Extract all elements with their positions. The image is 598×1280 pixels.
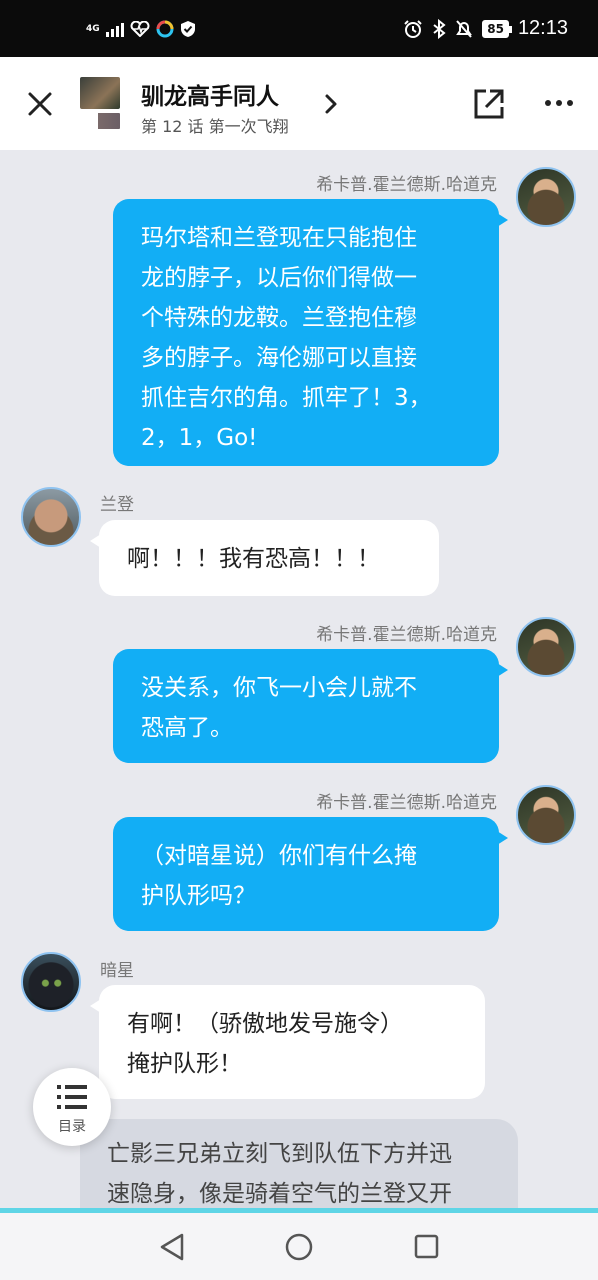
message-line: 没关系，你飞一小会儿就不 — [141, 675, 417, 701]
header: 驯龙高手同人 第 12 话 第一次飞翔 — [0, 57, 598, 150]
message-line: 龙的脖子，以后你们得做一 — [141, 265, 417, 291]
status-right: 85 12:13 — [403, 17, 568, 40]
mute-bell-icon — [456, 19, 473, 38]
story-cover[interactable] — [80, 77, 120, 129]
message-bubble[interactable]: 玛尔塔和兰登现在只能抱住 龙的脖子，以后你们得做一 个特殊的龙鞍。兰登抱住穆 多… — [113, 199, 508, 466]
chapter-subtitle[interactable]: 第 12 话 第一次飞翔 — [141, 113, 289, 137]
signal-icon — [105, 21, 124, 37]
recent-apps-icon[interactable] — [414, 1234, 439, 1259]
message-line: 玛尔塔和兰登现在只能抱住 — [141, 225, 417, 251]
speaker-name: 希卡普.霍兰德斯.哈道克 — [316, 793, 497, 813]
message-line: 掩护队形！ — [127, 1051, 242, 1077]
message-line: 多的脖子。海伦娜可以直接 — [141, 345, 417, 371]
message-line: 2，1，Go! — [141, 425, 258, 451]
speaker-name: 希卡普.霍兰德斯.哈道克 — [316, 625, 497, 645]
narration-line: 亡影三兄弟立刻飞到队伍下方并迅 — [107, 1141, 452, 1167]
toc-label: 目录 — [58, 1119, 86, 1135]
more-icon[interactable] — [544, 99, 574, 107]
bluetooth-icon — [433, 18, 446, 39]
cover-image — [80, 77, 120, 109]
network-type: 4G — [86, 24, 100, 34]
narration-bubble[interactable]: 亡影三兄弟立刻飞到队伍下方并迅 速隐身，像是骑着空气的兰登又开 — [80, 1119, 518, 1210]
speaker-name: 兰登 — [100, 495, 134, 515]
navigation-bar — [0, 1213, 598, 1280]
avatar[interactable] — [516, 785, 576, 845]
chat-area[interactable]: 希卡普.霍兰德斯.哈道克 玛尔塔和兰登现在只能抱住 龙的脖子，以后你们得做一 个… — [0, 150, 598, 1210]
home-icon[interactable] — [285, 1233, 313, 1261]
close-icon[interactable] — [26, 90, 54, 118]
message-bubble[interactable]: 没关系，你飞一小会儿就不 恐高了。 — [113, 649, 508, 763]
share-icon[interactable] — [472, 87, 506, 121]
message-line: 个特殊的龙鞍。兰登抱住穆 — [141, 305, 417, 331]
back-icon[interactable] — [158, 1232, 186, 1262]
alarm-icon — [404, 19, 422, 38]
health-icon — [130, 21, 150, 37]
message-line: 有啊！（骄傲地发号施令） — [127, 1011, 403, 1037]
avatar[interactable] — [21, 487, 81, 547]
status-left: 4G — [86, 20, 196, 38]
message-line: 恐高了。 — [141, 715, 233, 741]
avatar[interactable] — [21, 952, 81, 1012]
message-line: 啊！！！我有恐高！！！ — [127, 546, 380, 572]
cover-thumbnail — [80, 113, 120, 129]
message-bubble[interactable]: 有啊！（骄傲地发号施令） 掩护队形！ — [90, 985, 485, 1099]
clock: 12:13 — [517, 17, 568, 39]
message-line: （对暗星说）你们有什么掩 — [141, 843, 417, 869]
chevron-right-icon[interactable] — [322, 92, 340, 116]
speaker-name: 希卡普.霍兰德斯.哈道克 — [316, 175, 497, 195]
shield-icon — [180, 21, 195, 37]
speaker-name: 暗星 — [100, 961, 134, 981]
message-bubble[interactable]: 啊！！！我有恐高！！！ — [90, 520, 439, 596]
message-line: 护队形吗？ — [141, 883, 256, 909]
toc-button[interactable]: 目录 — [33, 1068, 111, 1146]
message-bubble[interactable]: （对暗星说）你们有什么掩 护队形吗？ — [113, 817, 508, 931]
story-title[interactable]: 驯龙高手同人 — [141, 77, 279, 111]
status-bar: 4G 85 12:13 — [0, 0, 598, 57]
app-color-icon — [156, 20, 174, 38]
battery-icon: 85 — [482, 19, 512, 38]
avatar[interactable] — [516, 167, 576, 227]
avatar[interactable] — [516, 617, 576, 677]
network-label: 4G — [86, 24, 100, 34]
list-icon — [57, 1085, 87, 1109]
narration-line: 速隐身，像是骑着空气的兰登又开 — [107, 1181, 452, 1207]
message-line: 抓住吉尔的角。抓牢了！3， — [141, 385, 432, 411]
